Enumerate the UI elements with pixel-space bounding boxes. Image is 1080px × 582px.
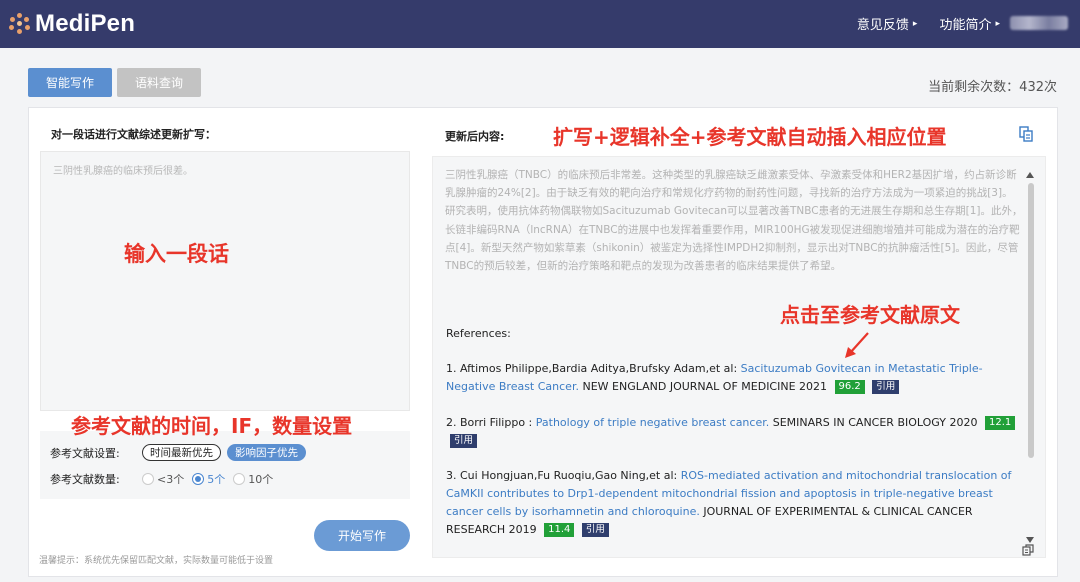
reference-item: 1. Aftimos Philippe,Bardia Aditya,Brufsk… [446,360,1024,396]
remaining-count: 当前剩余次数：432次 [928,80,1057,95]
radio-label: 10个 [248,473,274,486]
reference-item: 3. Cui Hongjuan,Fu Ruoqiu,Gao Ning,et al… [446,467,1024,539]
chip-impact-factor-first[interactable]: 影响因子优先 [227,444,306,461]
reference-priority-row: 参考文献设置: 时间最新优先 影响因子优先 [50,444,312,461]
reference-item: 2. Borri Filippo : Pathology of triple n… [446,414,1024,450]
radio-count-10[interactable]: 10个 [233,471,273,487]
copy-icon[interactable] [1018,126,1034,142]
cite-button[interactable]: 引用 [450,434,478,448]
impact-factor-badge: 96.2 [834,380,865,394]
reference-journal: NEW ENGLAND JOURNAL OF MEDICINE 2021 [578,380,828,393]
radio-label: <3个 [157,473,185,486]
reference-settings-box: 参考文献设置: 时间最新优先 影响因子优先 参考文献数量: <3个 5个 10个 [40,431,410,499]
radio-label: 5个 [207,473,226,486]
arrow-annotation-icon [845,332,869,358]
radio-checked-icon [192,473,205,485]
reference-journal: SEMINARS IN CANCER BIOLOGY 2020 [769,416,978,429]
start-writing-button[interactable]: 开始写作 [314,520,410,551]
reference-authors: 2. Borri Filippo : [446,416,536,429]
header-nav: 意见反馈 ▸ 功能简介 ▸ [857,14,1000,33]
nav-feedback[interactable]: 意见反馈 ▸ [857,14,918,33]
scroll-up-icon[interactable] [1026,172,1034,178]
chip-newest-first[interactable]: 时间最新优先 [142,444,221,461]
document-icon[interactable] [1022,544,1034,556]
user-account-blurred[interactable] [1010,16,1068,30]
reference-count-row: 参考文献数量: <3个 5个 10个 [50,471,281,487]
radio-circle-icon [142,473,154,485]
references-title: References: [446,327,511,340]
scroll-thumb[interactable] [1028,183,1034,458]
top-navigation-bar: MediPen 意见反馈 ▸ 功能简介 ▸ [0,0,1080,48]
reference-priority-label: 参考文献设置: [50,446,120,460]
paragraph-input[interactable]: 三阴性乳腺癌的临床预后很差。 [40,151,410,411]
impact-factor-badge: 11.4 [544,523,575,537]
hint-text: 温馨提示：系统优先保留匹配文献，实际数量可能低于设置 [39,556,274,566]
annotation-output: 扩写+逻辑补全+参考文献自动插入相应位置 [553,125,947,149]
radio-count-under-3[interactable]: <3个 [142,471,184,487]
cite-button[interactable]: 引用 [872,380,900,394]
radio-count-5[interactable]: 5个 [192,471,225,487]
annotation-input: 输入一段话 [124,242,229,266]
logo-text: MediPen [35,10,136,37]
output-section-label: 更新后内容: [445,130,505,143]
nav-feedback-label: 意见反馈 [856,18,909,33]
output-content[interactable]: 三阴性乳腺癌（TNBC）的临床预后非常差。这种类型的乳腺癌缺乏雌激素受体、孕激素… [432,156,1046,558]
scrollbar[interactable] [1025,171,1037,543]
tab-smart-writing[interactable]: 智能写作 [28,68,112,97]
logo[interactable]: MediPen [8,8,135,40]
scroll-down-icon[interactable] [1026,537,1034,543]
input-section-label: 对一段话进行文献综述更新扩写： [51,128,216,141]
reference-title-link[interactable]: Pathology of triple negative breast canc… [536,416,769,429]
caret-right-icon: ▸ [912,18,918,29]
logo-mark-icon [8,12,32,36]
main-panel: 对一段话进行文献综述更新扩写： 三阴性乳腺癌的临床预后很差。 输入一段话 参考文… [28,107,1058,577]
reference-count-label: 参考文献数量: [50,473,120,486]
annotation-settings: 参考文献的时间，IF，数量设置 [71,414,353,438]
tab-corpus-query[interactable]: 语料查询 [117,68,201,97]
annotation-reference: 点击至参考文献原文 [780,303,960,327]
nav-features-label: 功能简介 [939,18,992,33]
cite-button[interactable]: 引用 [581,523,609,537]
nav-features[interactable]: 功能简介 ▸ [939,14,1000,33]
reference-authors: 1. Aftimos Philippe,Bardia Aditya,Brufsk… [446,362,741,375]
impact-factor-badge: 12.1 [984,416,1016,430]
reference-authors: 3. Cui Hongjuan,Fu Ruoqiu,Gao Ning,et al… [446,469,681,482]
expanded-paragraph: 三阴性乳腺癌（TNBC）的临床预后非常差。这种类型的乳腺癌缺乏雌激素受体、孕激素… [445,169,1023,273]
radio-circle-icon [233,473,246,485]
caret-right-icon: ▸ [995,18,1000,29]
